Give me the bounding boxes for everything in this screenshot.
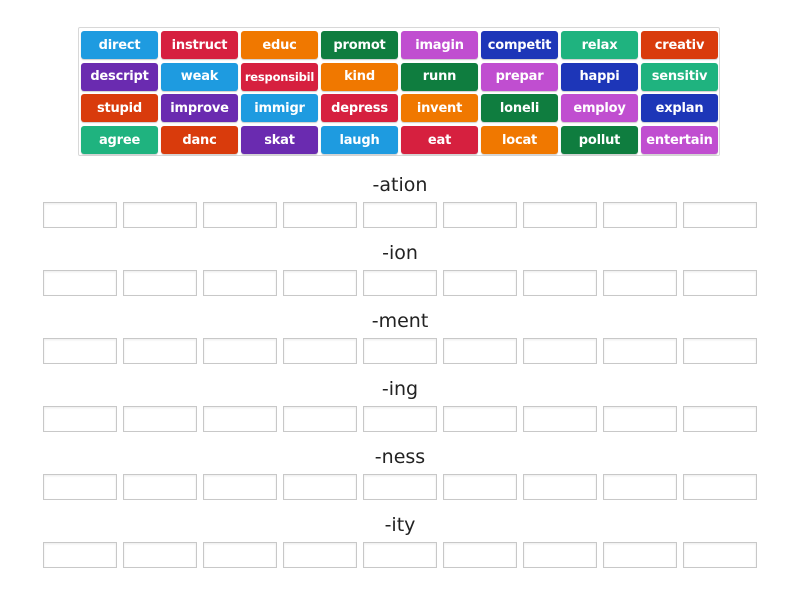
word-tile[interactable]: pollut xyxy=(561,126,638,155)
drop-slot[interactable] xyxy=(43,202,117,228)
drop-slot[interactable] xyxy=(123,542,197,568)
drop-slot[interactable] xyxy=(123,406,197,432)
drop-slot[interactable] xyxy=(283,338,357,364)
word-tile[interactable]: kind xyxy=(321,62,398,91)
drop-slot[interactable] xyxy=(283,270,357,296)
drop-slot[interactable] xyxy=(363,406,437,432)
drop-slot[interactable] xyxy=(203,202,277,228)
word-tile[interactable]: entertain xyxy=(641,126,718,155)
drop-slot[interactable] xyxy=(283,542,357,568)
drop-slot[interactable] xyxy=(683,202,757,228)
drop-slot[interactable] xyxy=(203,542,277,568)
drop-slot[interactable] xyxy=(123,474,197,500)
word-tile[interactable]: explan xyxy=(641,94,718,123)
drop-slot[interactable] xyxy=(363,474,437,500)
word-tile[interactable]: depress xyxy=(321,94,398,123)
drop-slot[interactable] xyxy=(43,542,117,568)
word-tile[interactable]: locat xyxy=(481,126,558,155)
drop-slot[interactable] xyxy=(683,406,757,432)
drop-slot[interactable] xyxy=(443,202,517,228)
drop-slot[interactable] xyxy=(603,406,677,432)
word-tile[interactable]: weak xyxy=(161,62,238,91)
drop-slot[interactable] xyxy=(363,338,437,364)
drop-slot[interactable] xyxy=(603,338,677,364)
drop-slot[interactable] xyxy=(683,542,757,568)
drop-slot[interactable] xyxy=(443,542,517,568)
drop-slot[interactable] xyxy=(443,270,517,296)
drop-slot[interactable] xyxy=(363,202,437,228)
drop-slot[interactable] xyxy=(43,270,117,296)
word-tile[interactable]: sensitiv xyxy=(641,62,718,91)
word-tile[interactable]: descript xyxy=(81,62,158,91)
drop-slot[interactable] xyxy=(523,202,597,228)
drop-slot[interactable] xyxy=(523,474,597,500)
drop-slot[interactable] xyxy=(443,338,517,364)
word-tile[interactable]: competit xyxy=(481,31,558,59)
drop-slot[interactable] xyxy=(523,406,597,432)
word-tile[interactable]: laugh xyxy=(321,126,398,155)
drop-slot[interactable] xyxy=(363,270,437,296)
drop-slot[interactable] xyxy=(283,474,357,500)
drop-slot[interactable] xyxy=(123,202,197,228)
word-tile[interactable]: employ xyxy=(561,94,638,123)
drop-slot[interactable] xyxy=(283,202,357,228)
word-tile[interactable]: runn xyxy=(401,62,478,91)
word-tile[interactable]: instruct xyxy=(161,31,238,59)
drop-slot[interactable] xyxy=(203,474,277,500)
drop-slot[interactable] xyxy=(683,270,757,296)
word-tile[interactable]: immigr xyxy=(241,94,318,123)
drop-slot[interactable] xyxy=(123,338,197,364)
drop-slot[interactable] xyxy=(683,338,757,364)
drop-slot[interactable] xyxy=(203,338,277,364)
drop-slot[interactable] xyxy=(43,338,117,364)
word-tile[interactable]: improve xyxy=(161,94,238,123)
word-tile[interactable]: imagin xyxy=(401,31,478,59)
word-tile[interactable]: eat xyxy=(401,126,478,155)
drop-slot[interactable] xyxy=(603,202,677,228)
word-bank: direct instruct educ promot imagin competit re… xyxy=(78,27,720,156)
drop-slot[interactable] xyxy=(603,542,677,568)
word-tile[interactable]: happi xyxy=(561,62,638,91)
word-tile[interactable]: responsibil xyxy=(241,62,318,91)
drop-slot[interactable] xyxy=(523,270,597,296)
drop-slot[interactable] xyxy=(363,542,437,568)
drop-slot[interactable] xyxy=(43,474,117,500)
drop-slot[interactable] xyxy=(283,406,357,432)
word-tile[interactable]: relax xyxy=(561,31,638,59)
drop-slot[interactable] xyxy=(683,474,757,500)
category-title: -ness xyxy=(374,446,426,468)
word-tile[interactable]: invent xyxy=(401,94,478,123)
word-tile[interactable]: promot xyxy=(321,31,398,59)
category-title: -ion xyxy=(382,242,418,264)
category-title: -ity xyxy=(384,514,416,536)
category-title: -ing xyxy=(381,378,419,400)
word-tile[interactable]: agree xyxy=(81,126,158,155)
category-title: -ment xyxy=(371,310,429,332)
drop-slot[interactable] xyxy=(123,270,197,296)
word-tile[interactable]: loneli xyxy=(481,94,558,123)
drop-slot[interactable] xyxy=(203,270,277,296)
word-tile[interactable]: educ xyxy=(241,31,318,59)
drop-slot[interactable] xyxy=(43,406,117,432)
word-tile[interactable]: skat xyxy=(241,126,318,155)
drop-slot[interactable] xyxy=(203,406,277,432)
drop-slot[interactable] xyxy=(603,270,677,296)
word-tile[interactable]: prepar xyxy=(481,62,558,91)
category-title: -ation xyxy=(372,174,428,196)
drop-slot[interactable] xyxy=(523,338,597,364)
word-tile[interactable]: direct xyxy=(81,31,158,59)
drop-slot[interactable] xyxy=(443,474,517,500)
word-tile[interactable]: stupid xyxy=(81,94,158,123)
word-tile[interactable]: danc xyxy=(161,126,238,155)
drop-slot[interactable] xyxy=(523,542,597,568)
drop-slot[interactable] xyxy=(443,406,517,432)
drop-slot[interactable] xyxy=(603,474,677,500)
word-tile[interactable]: creativ xyxy=(641,31,718,59)
